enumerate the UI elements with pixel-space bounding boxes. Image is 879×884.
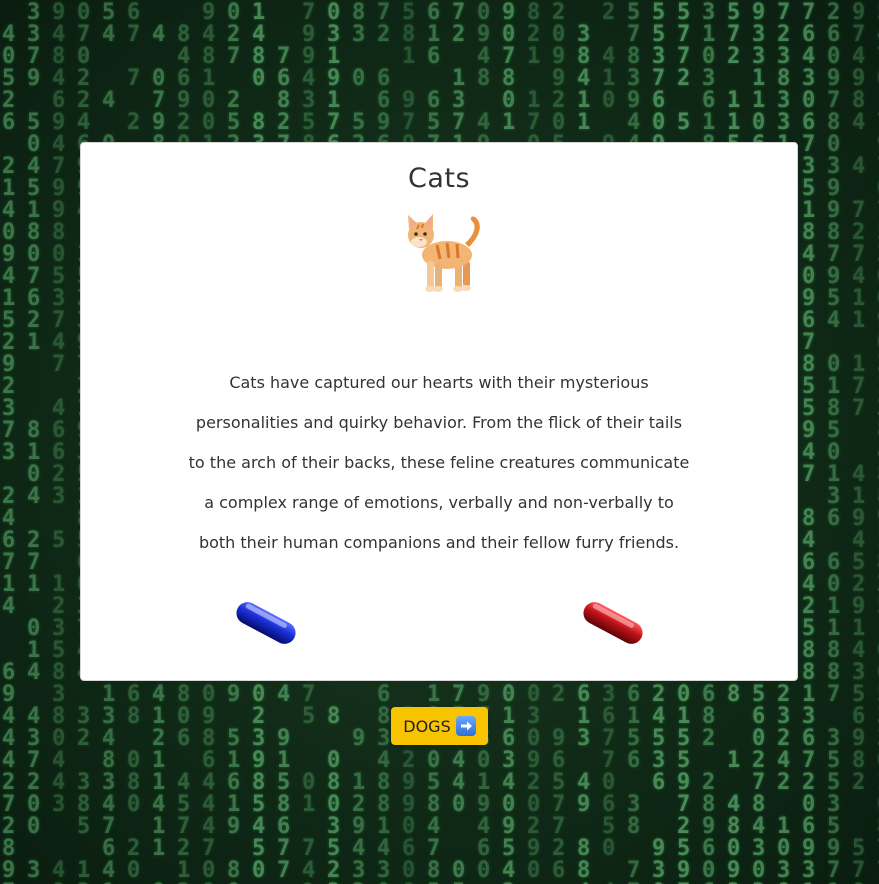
- matrix-rain-column: 2 2 6 0 9 7 8 0 3 9 9 8 7 9 5 4 0 1 8 5 …: [827, 0, 841, 884]
- matrix-rain-column: 0 3 3 7 9 5 0 4 5 1 8 0 7 6 2 1 8 1 0 4 …: [27, 0, 41, 883]
- matrix-rain-column: 4 7 6 4 3 0 6 7 3 5 1 8 4 0 9 6 7 8 5 5 …: [802, 0, 816, 884]
- card-title: Cats: [407, 163, 471, 194]
- matrix-rain-column: 2 9 7 4 9 8 4 4 7 2 7 4 1 1 1 7 7 4 1 9 …: [852, 0, 866, 884]
- right-arrow-icon: [455, 716, 476, 736]
- cat-icon: [408, 214, 480, 292]
- card-description: Cats have captured our hearts with their…: [188, 373, 690, 552]
- matrix-rain-column: 5 4 0 5 2 6 2 1 4 0 9 4 1 5 2 9 2 3 7 3 …: [2, 0, 16, 884]
- next-button-label: DOGS: [403, 716, 451, 736]
- next-dogs-button[interactable]: DOGS: [391, 707, 488, 745]
- blue-pill-button[interactable]: [231, 599, 301, 647]
- content-card: Cats Cats have captured our hearts with …: [80, 142, 798, 681]
- red-pill-button[interactable]: [578, 599, 648, 647]
- matrix-rain-column: 3 9 4 8 4 6 9 4 7 9 9 8 0 5 3 7 4 7 4 6 …: [52, 0, 66, 884]
